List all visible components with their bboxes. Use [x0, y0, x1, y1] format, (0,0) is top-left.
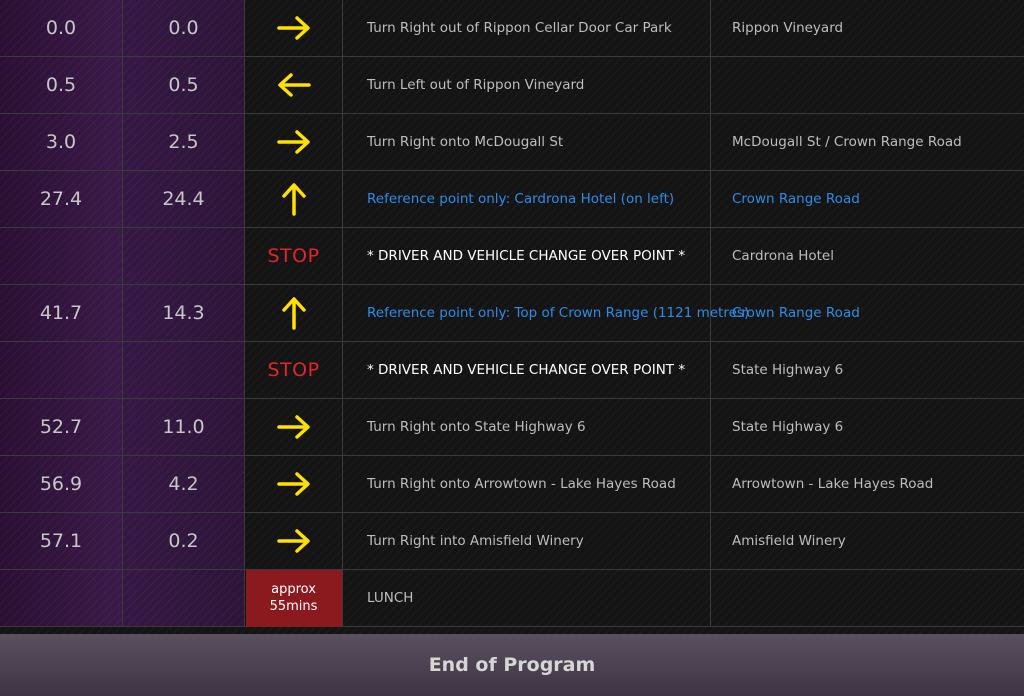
road-name: McDougall St / Crown Range Road [732, 134, 962, 150]
end-of-program-label: End of Program [428, 654, 596, 676]
instruction-text: Turn Right into Amisfield Winery [343, 513, 711, 569]
table-row: 56.9 4.2 Turn Right onto Arrowtown - Lak… [0, 456, 1024, 513]
leg-distance: 11.0 [123, 399, 245, 455]
leg-distance: 4.2 [123, 456, 245, 512]
table-row: STOP * DRIVER AND VEHICLE CHANGE OVER PO… [0, 342, 1024, 399]
instruction-text: * DRIVER AND VEHICLE CHANGE OVER POINT * [343, 228, 711, 284]
approx-duration: 55mins [269, 599, 318, 614]
direction-cell [245, 171, 343, 227]
direction-cell [245, 0, 343, 56]
cumulative-distance: 0.0 [0, 0, 123, 56]
table-row: approx 55mins LUNCH [0, 569, 1024, 627]
leg-distance: 14.3 [123, 285, 245, 341]
table-row: 41.7 14.3 Reference point only: Top of C… [0, 285, 1024, 342]
leg-distance [123, 228, 245, 284]
road-name: Crown Range Road [732, 191, 860, 207]
leg-distance: 0.0 [123, 0, 245, 56]
instruction-text: Turn Left out of Rippon Vineyard [343, 57, 711, 113]
table-row: 0.0 0.0 Turn Right out of Rippon Cellar … [0, 0, 1024, 57]
table-row: 27.4 24.4 Reference point only: Cardrona… [0, 171, 1024, 228]
right-arrow-icon [276, 16, 310, 40]
road-name [711, 57, 1024, 113]
road-name: Crown Range Road [732, 305, 860, 321]
stop-label: STOP [267, 245, 320, 267]
instruction-text: LUNCH [343, 570, 711, 626]
instruction-text: * DRIVER AND VEHICLE CHANGE OVER POINT * [343, 342, 711, 398]
table-row: 3.0 2.5 Turn Right onto McDougall St McD… [0, 114, 1024, 171]
cumulative-distance: 41.7 [0, 285, 123, 341]
direction-cell [245, 399, 343, 455]
leg-distance: 24.4 [123, 171, 245, 227]
instruction-text: Turn Right onto Arrowtown - Lake Hayes R… [343, 456, 711, 512]
cumulative-distance: 0.5 [0, 57, 123, 113]
cumulative-distance: 57.1 [0, 513, 123, 569]
cumulative-distance [0, 228, 123, 284]
instruction-text: Turn Right onto State Highway 6 [343, 399, 711, 455]
instruction-text: Turn Right onto McDougall St [343, 114, 711, 170]
direction-cell [245, 513, 343, 569]
direction-cell [245, 285, 343, 341]
direction-cell [245, 456, 343, 512]
right-arrow-icon [276, 130, 310, 154]
road-name: Arrowtown - Lake Hayes Road [732, 476, 934, 492]
table-row: STOP * DRIVER AND VEHICLE CHANGE OVER PO… [0, 228, 1024, 285]
road-name: Rippon Vineyard [732, 20, 844, 36]
leg-distance [123, 570, 245, 626]
cumulative-distance: 3.0 [0, 114, 123, 170]
route-instructions-page: 0.0 0.0 Turn Right out of Rippon Cellar … [0, 0, 1024, 696]
left-arrow-icon [277, 73, 311, 97]
road-name: Amisfield Winery [732, 533, 846, 549]
direction-cell: STOP [245, 228, 343, 284]
cumulative-distance: 27.4 [0, 171, 123, 227]
table-row: 52.7 11.0 Turn Right onto State Highway … [0, 399, 1024, 456]
road-name: State Highway 6 [732, 419, 844, 435]
right-arrow-icon [276, 529, 310, 553]
road-name: State Highway 6 [732, 362, 844, 378]
approx-label: approx [271, 582, 316, 597]
direction-cell: approx 55mins [245, 569, 343, 627]
instruction-text: Turn Right out of Rippon Cellar Door Car… [343, 0, 711, 56]
cumulative-distance [0, 342, 123, 398]
road-name: Cardrona Hotel [732, 248, 834, 264]
instruction-text: Reference point only: Top of Crown Range… [343, 285, 749, 341]
stop-label: STOP [267, 359, 320, 381]
up-arrow-icon [281, 183, 306, 216]
up-arrow-icon [281, 297, 306, 330]
direction-cell [245, 57, 343, 113]
leg-distance [123, 342, 245, 398]
end-of-program-button[interactable]: End of Program [0, 634, 1024, 696]
approx-duration-badge: approx 55mins [245, 569, 342, 627]
road-name [711, 570, 1024, 626]
table-row: 0.5 0.5 Turn Left out of Rippon Vineyard [0, 57, 1024, 114]
table-row: 57.1 0.2 Turn Right into Amisfield Winer… [0, 513, 1024, 570]
cumulative-distance [0, 570, 123, 626]
direction-cell [245, 114, 343, 170]
leg-distance: 0.5 [123, 57, 245, 113]
direction-cell: STOP [245, 342, 343, 398]
right-arrow-icon [276, 415, 310, 439]
cumulative-distance: 56.9 [0, 456, 123, 512]
leg-distance: 0.2 [123, 513, 245, 569]
instruction-text: Reference point only: Cardrona Hotel (on… [343, 171, 711, 227]
cumulative-distance: 52.7 [0, 399, 123, 455]
leg-distance: 2.5 [123, 114, 245, 170]
right-arrow-icon [276, 472, 310, 496]
